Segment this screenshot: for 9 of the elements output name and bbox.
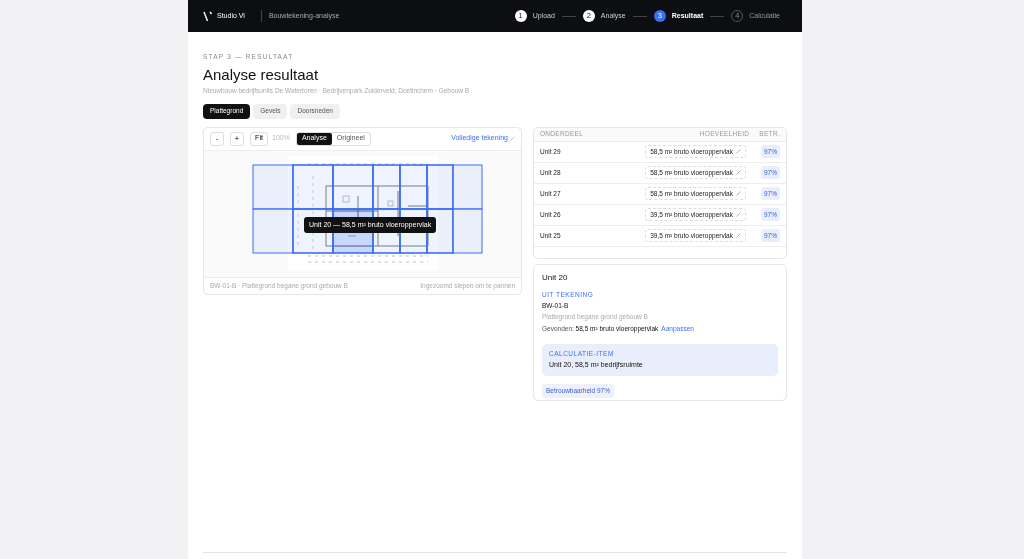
- external-link-icon: [510, 136, 515, 141]
- pencil-icon: [736, 191, 741, 196]
- pencil-icon: [736, 233, 741, 238]
- detail-title: Unit 20: [542, 271, 569, 284]
- logo-icon: [203, 10, 213, 22]
- pencil-icon: [736, 149, 741, 154]
- page-title: Analyse resultaat: [203, 64, 320, 85]
- pencil-icon: [736, 170, 741, 175]
- pencil-icon: [736, 212, 741, 217]
